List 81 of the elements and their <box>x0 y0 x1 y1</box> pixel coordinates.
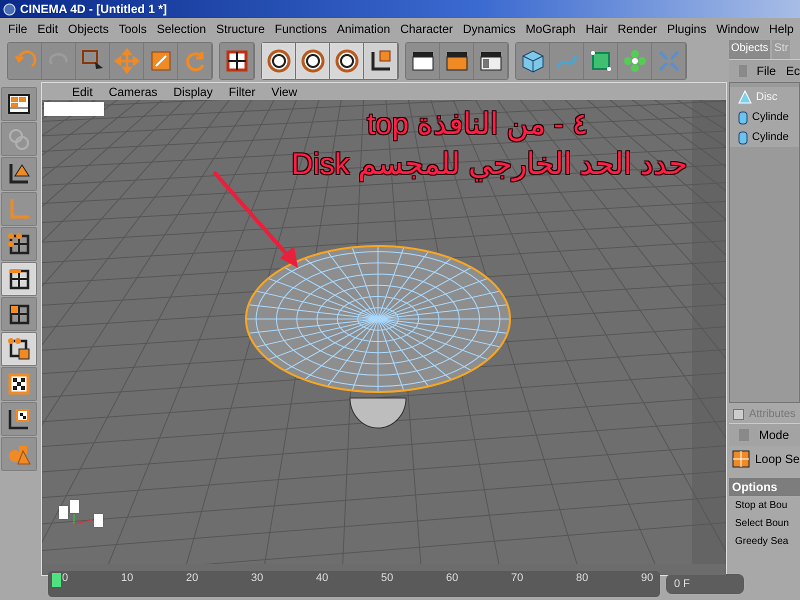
option-label: Stop at Bou <box>734 500 788 513</box>
axis-x-lock-button[interactable] <box>262 43 296 79</box>
menu-item[interactable]: Selection <box>152 22 212 36</box>
tick-label: 10 <box>121 572 134 584</box>
menu-item[interactable]: Ec <box>786 64 800 78</box>
tick-label: 90 <box>641 572 654 584</box>
menu-item[interactable]: Plugins <box>662 22 712 36</box>
flower-array-icon <box>622 48 648 74</box>
mode-button[interactable] <box>1 157 37 191</box>
menu-item[interactable]: File <box>756 64 776 78</box>
object-name: Disc <box>756 91 778 103</box>
tick-label: 40 <box>316 572 328 584</box>
app-logo-icon <box>3 2 16 16</box>
object-name: Cylinde <box>752 111 789 123</box>
tick-label: 50 <box>381 572 394 584</box>
loop-selection-icon <box>732 450 750 468</box>
menu-item[interactable]: Help <box>764 22 799 36</box>
menu-item[interactable]: Dynamics <box>458 22 521 36</box>
annotation-text: حدد الحد الخارجي للمجسم Disk <box>291 150 688 180</box>
menu-item[interactable]: Filter <box>228 84 256 98</box>
cylinder-drawing <box>348 396 408 430</box>
mode-button[interactable] <box>1 402 37 436</box>
axis-y-lock-icon <box>300 48 326 74</box>
move-icon <box>114 48 140 74</box>
section-header: Options <box>729 478 800 496</box>
texture-axis-icon <box>6 406 32 432</box>
menu-item[interactable]: Structure <box>211 22 270 36</box>
menu-item[interactable]: Render <box>612 22 662 36</box>
tick-label: 20 <box>186 572 198 584</box>
grid-arrows-icon <box>224 48 250 74</box>
menu-item[interactable]: Character <box>395 22 458 36</box>
object-row[interactable]: Cylinde <box>730 107 799 127</box>
mode-button[interactable] <box>1 262 37 296</box>
tick-label: 60 <box>446 572 458 584</box>
cylinder-object-icon <box>738 110 748 124</box>
menu-item[interactable]: View <box>271 84 298 98</box>
timeline-ruler[interactable]: 0 10 20 30 40 50 60 70 80 90 <box>48 571 660 597</box>
cylinder-object-icon <box>738 130 748 144</box>
menu-item[interactable]: Display <box>173 84 213 98</box>
menu-item[interactable]: Edit <box>32 22 64 36</box>
cube-icon <box>520 48 546 74</box>
axis-gizmo-icon <box>58 500 106 530</box>
tick-label: 80 <box>576 572 588 584</box>
menu-item[interactable]: MoGraph <box>520 22 581 36</box>
object-name: Cylinde <box>752 131 789 143</box>
menu-item[interactable]: Edit <box>72 84 93 98</box>
axis-y-lock-button[interactable] <box>296 43 330 79</box>
object-row[interactable]: Cylinde <box>730 127 799 147</box>
window-title: CINEMA 4D - [Untitled 1 *] <box>20 2 167 16</box>
points-icon <box>6 231 32 257</box>
menu-item[interactable]: Cameras <box>108 84 158 98</box>
menu-item[interactable]: Window <box>711 22 764 36</box>
viewport-label <box>44 102 104 116</box>
grip-icon <box>739 429 749 441</box>
option-label: Select Boun <box>734 518 790 531</box>
mode-button[interactable] <box>1 227 37 261</box>
viewport-layout-icon <box>6 91 32 117</box>
tool-name: Loop Se <box>755 452 800 466</box>
checkerboard-icon <box>6 371 32 397</box>
mode-button[interactable] <box>1 87 37 121</box>
annotation-text: ٤ - من النافذة top <box>366 110 588 140</box>
axis-z-lock-button[interactable] <box>330 43 364 79</box>
axis-x-lock-icon <box>266 48 292 74</box>
grip-icon <box>739 65 747 77</box>
frame-field[interactable]: 0 F <box>666 574 744 594</box>
tick-label: 0 <box>62 572 68 584</box>
option-label: Greedy Sea <box>734 536 790 549</box>
mode-button[interactable] <box>1 297 37 331</box>
menu-item[interactable]: Functions <box>270 22 332 36</box>
mode-button[interactable] <box>1 332 37 366</box>
tick-label: 30 <box>251 572 264 584</box>
menu-item[interactable]: Tools <box>114 22 152 36</box>
axis-z-lock-icon <box>334 48 360 74</box>
menu-item[interactable]: Objects <box>63 22 114 36</box>
menu-item[interactable]: Animation <box>332 22 396 36</box>
tick-label: 70 <box>511 572 524 584</box>
mode-button[interactable] <box>1 367 37 401</box>
menu-item[interactable]: Hair <box>580 22 613 36</box>
mixed-mode-icon <box>6 336 32 362</box>
menu-item[interactable]: File <box>3 22 32 36</box>
checkbox-icon <box>733 408 744 420</box>
